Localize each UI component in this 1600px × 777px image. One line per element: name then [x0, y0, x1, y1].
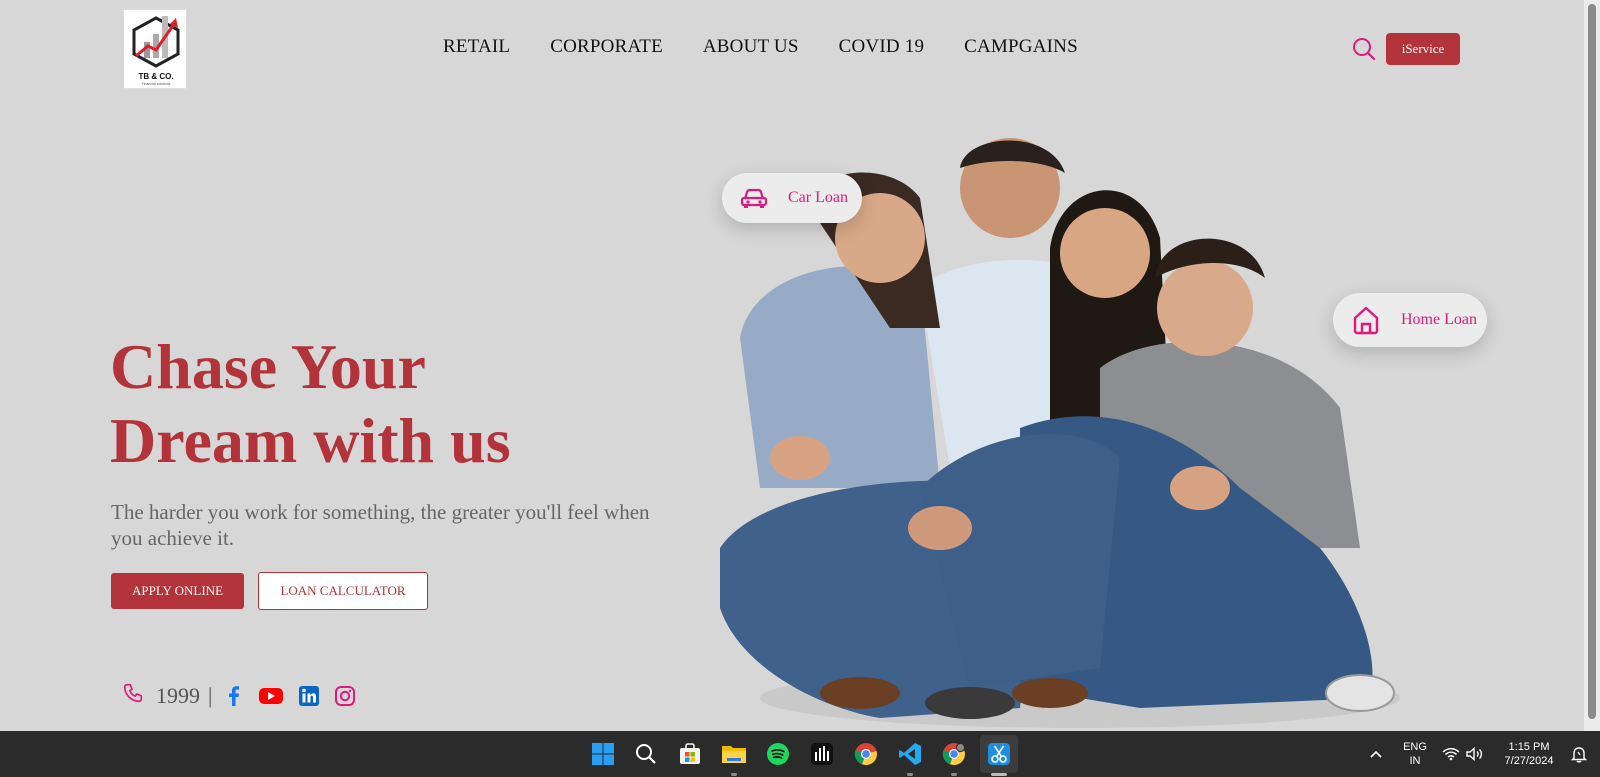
- region-code: IN: [1409, 755, 1421, 767]
- nav-corporate[interactable]: CORPORATE: [550, 36, 663, 58]
- clock-date: 7/27/2024: [1504, 755, 1554, 767]
- car-loan-label: Car Loan: [788, 189, 848, 206]
- car-icon: [740, 187, 768, 209]
- main-nav: RETAIL CORPORATE ABOUT US COVID 19 CAMPG…: [443, 36, 1078, 58]
- vscode-running-indicator: [907, 773, 913, 776]
- home-loan-badge[interactable]: Home Loan: [1333, 293, 1487, 347]
- nav-retail[interactable]: RETAIL: [443, 36, 510, 58]
- microsoft-store-icon[interactable]: [676, 740, 704, 768]
- search-icon[interactable]: [1352, 37, 1376, 61]
- home-loan-label: Home Loan: [1401, 311, 1477, 328]
- social-links: [224, 685, 356, 707]
- contact-separator: |: [208, 682, 213, 708]
- taskbar-search-icon[interactable]: [632, 740, 660, 768]
- input-language[interactable]: ENG IN: [1398, 740, 1432, 768]
- clock-time: 1:15 PM: [1508, 741, 1550, 753]
- taskbar: ENG IN 1:15 PM 7/27/2024: [0, 731, 1600, 777]
- chrome-icon[interactable]: [852, 740, 880, 768]
- volume-icon[interactable]: [1464, 740, 1486, 768]
- hero-title-line-2: Dream with us: [110, 405, 511, 476]
- contact-bar: 1999 |: [122, 682, 356, 709]
- phone-icon[interactable]: [122, 682, 144, 709]
- windows-start-icon[interactable]: [589, 740, 617, 768]
- nav-campaigns[interactable]: CAMPGAINS: [964, 36, 1078, 58]
- chrome-profile-icon[interactable]: [940, 740, 968, 768]
- spotify-icon[interactable]: [764, 740, 792, 768]
- snipping-tool-icon[interactable]: [985, 740, 1013, 768]
- page-scrollbar[interactable]: [1584, 0, 1600, 731]
- logo-graphic-icon: [132, 16, 180, 68]
- nav-covid-19[interactable]: COVID 19: [839, 36, 925, 58]
- web-page: TB & CO. Financial solutions RETAIL CORP…: [0, 0, 1584, 731]
- notification-bell-icon[interactable]: [1568, 740, 1590, 768]
- hero-subtitle: The harder you work for something, the g…: [111, 500, 650, 550]
- hero-title-line-1: Chase Your: [110, 331, 426, 402]
- apply-online-button[interactable]: APPLY ONLINE: [111, 573, 244, 609]
- company-logo[interactable]: TB & CO. Financial solutions: [123, 9, 187, 89]
- chevron-up-icon[interactable]: [1364, 740, 1388, 768]
- system-clock[interactable]: 1:15 PM 7/27/2024: [1494, 740, 1564, 768]
- phone-number[interactable]: 1999: [156, 683, 200, 709]
- file-explorer-icon[interactable]: [720, 740, 748, 768]
- wifi-icon[interactable]: [1440, 740, 1462, 768]
- facebook-icon[interactable]: [224, 685, 244, 707]
- car-loan-badge[interactable]: Car Loan: [722, 173, 862, 223]
- snipping-tool-active-indicator: [991, 773, 1007, 776]
- file-explorer-running-indicator: [731, 773, 737, 776]
- loan-calculator-button[interactable]: LOAN CALCULATOR: [258, 572, 428, 610]
- language-code: ENG: [1403, 741, 1427, 753]
- youtube-icon[interactable]: [258, 686, 284, 706]
- hero-title: Chase Your Dream with us: [110, 330, 670, 478]
- scrollbar-thumb[interactable]: [1588, 4, 1596, 719]
- instagram-icon[interactable]: [334, 685, 356, 707]
- linkedin-icon[interactable]: [298, 685, 320, 707]
- home-icon: [1351, 305, 1381, 335]
- chrome-profile-running-indicator: [951, 773, 957, 776]
- logo-text: TB & CO.: [138, 72, 174, 81]
- logo-subtext: Financial solutions: [141, 82, 171, 86]
- nav-about-us[interactable]: ABOUT US: [703, 36, 799, 58]
- vscode-icon[interactable]: [896, 740, 924, 768]
- audio-levels-app-icon[interactable]: [808, 740, 836, 768]
- iservice-button[interactable]: iService: [1386, 33, 1460, 65]
